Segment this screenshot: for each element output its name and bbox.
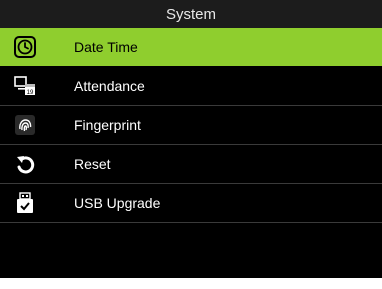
reset-arrow-icon [14, 153, 36, 175]
menu-item-attendance[interactable]: 19 Attendance [0, 67, 382, 106]
menu-item-fingerprint[interactable]: Fingerprint [0, 106, 382, 145]
menu-item-label: Date Time [74, 39, 138, 55]
attendance-calendar-icon: 19 [14, 75, 36, 97]
menu-item-date-time[interactable]: Date Time [0, 28, 382, 67]
menu-item-label: Attendance [74, 78, 145, 94]
calendar-day-text: 19 [27, 90, 34, 96]
menu-item-reset[interactable]: Reset [0, 145, 382, 184]
device-screen: System Date Time 19 Attendance Fingerpri… [0, 0, 382, 278]
page-title: System [165, 5, 216, 23]
menu-item-usb-upgrade[interactable]: USB Upgrade [0, 184, 382, 223]
menu-item-label: Fingerprint [74, 117, 141, 133]
system-menu: Date Time 19 Attendance Fingerprint Rese… [0, 28, 382, 223]
usb-upgrade-icon [14, 192, 36, 214]
fingerprint-icon [14, 114, 36, 136]
clock-icon [14, 36, 36, 58]
title-bar: System [0, 0, 382, 28]
menu-item-label: Reset [74, 156, 111, 172]
menu-item-label: USB Upgrade [74, 195, 161, 211]
